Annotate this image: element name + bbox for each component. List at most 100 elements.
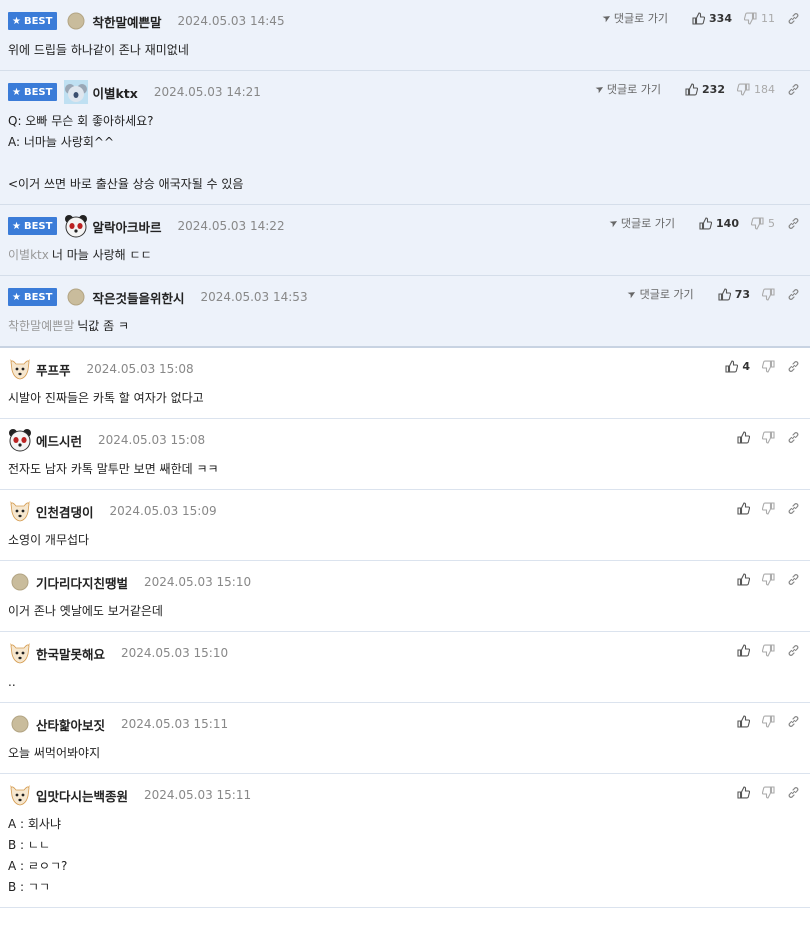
downvote-button[interactable]	[762, 501, 775, 515]
comment-body: 이별ktx 너 마늘 사랑해 ㄷㄷ	[8, 237, 810, 275]
nickname[interactable]: 착한말예쁜말	[92, 12, 161, 31]
upvote-button[interactable]	[737, 714, 750, 728]
goto-comment-link[interactable]: ➤ 댓글로 가기	[607, 215, 676, 231]
nickname[interactable]: 푸프푸	[36, 360, 71, 379]
best-label: BEST	[23, 15, 53, 27]
panda-avatar-icon[interactable]	[64, 214, 88, 238]
upvote-button[interactable]: 334	[692, 12, 732, 25]
reply-target-nick[interactable]: 이별ktx	[8, 248, 49, 262]
thumbs-down-icon	[737, 82, 750, 96]
upvote-button[interactable]	[737, 572, 750, 586]
comment-line: Q: 오빠 무슨 회 좋아하세요?	[8, 111, 810, 132]
thumbs-up-icon	[685, 82, 699, 96]
share-link-button[interactable]	[787, 288, 800, 301]
upvote-button[interactable]	[737, 501, 750, 515]
downvote-count: 11	[761, 11, 775, 25]
comment-header: 에드시런 2024.05.03 15:08	[8, 428, 810, 452]
comment-body: 오늘 써먹어봐야지	[8, 735, 810, 773]
comment-date: 2024.05.03 15:10	[121, 646, 229, 660]
thumbs-down-icon	[762, 287, 775, 301]
downvote-button[interactable]: 5	[751, 217, 775, 230]
upvote-count: 4	[742, 359, 750, 373]
comment-date: 2024.05.03 15:08	[86, 362, 194, 376]
nickname[interactable]: 입맛다시는백종원	[36, 786, 128, 805]
downvote-button[interactable]	[762, 785, 775, 799]
best-comment: ★ BEST 이별ktx 2024.05.03 14:21 ➤ 댓글로 가기 232 184 Q…	[0, 71, 810, 205]
link-icon	[787, 217, 800, 230]
nickname[interactable]: 알락아크바르	[92, 217, 161, 236]
share-link-button[interactable]	[787, 573, 800, 586]
upvote-button[interactable]: 73	[718, 288, 750, 301]
dog-avatar-icon[interactable]	[8, 499, 32, 523]
reply-target-nick[interactable]: 착한말예쁜말	[8, 319, 74, 333]
dot-avatar-icon[interactable]	[8, 570, 32, 594]
upvote-count: 73	[734, 287, 750, 301]
downvote-button[interactable]	[762, 643, 775, 657]
goto-comment-label: 댓글로 가기	[620, 217, 676, 230]
upvote-button[interactable]: 232	[685, 83, 725, 96]
dot-avatar-icon[interactable]	[8, 712, 32, 736]
upvote-button[interactable]	[737, 785, 750, 799]
downvote-button[interactable]: 11	[744, 12, 775, 25]
downvote-button[interactable]	[762, 714, 775, 728]
thumbs-down-icon	[762, 359, 775, 373]
downvote-button[interactable]	[762, 430, 775, 444]
share-link-button[interactable]	[787, 12, 800, 25]
upvote-count: 140	[716, 216, 739, 230]
share-link-button[interactable]	[787, 217, 800, 230]
dog-avatar-icon[interactable]	[8, 357, 32, 381]
comment-body: 이거 존나 옛날에도 보거같은데	[8, 593, 810, 631]
nickname[interactable]: 인천겸댕이	[36, 502, 94, 521]
upvote-button[interactable]	[737, 643, 750, 657]
share-link-button[interactable]	[787, 431, 800, 444]
dot-avatar-icon[interactable]	[64, 285, 88, 309]
upvote-button[interactable]: 140	[699, 217, 739, 230]
thumbs-up-icon	[699, 216, 713, 230]
comment-date: 2024.05.03 14:22	[177, 219, 285, 233]
comment-text: A: 너마늘 사랑회^^	[8, 135, 115, 149]
koala-avatar-icon[interactable]	[64, 80, 89, 104]
thumbs-up-icon	[737, 643, 750, 657]
share-link-button[interactable]	[787, 715, 800, 728]
nickname[interactable]: 한국말못해요	[36, 644, 105, 663]
goto-comment-link[interactable]: ➤ 댓글로 가기	[626, 286, 694, 302]
downvote-button[interactable]	[762, 572, 775, 586]
share-link-button[interactable]	[787, 502, 800, 515]
comment-header: 한국말못해요 2024.05.03 15:10	[8, 642, 810, 664]
goto-comment-link[interactable]: ➤ 댓글로 가기	[593, 81, 661, 97]
nickname[interactable]: 이별ktx	[92, 83, 137, 102]
comment-date: 2024.05.03 15:09	[109, 504, 217, 518]
downvote-button[interactable]: 184	[737, 83, 775, 96]
dog-avatar-icon[interactable]	[8, 641, 32, 665]
comment-text: ..	[8, 675, 16, 689]
nickname[interactable]: 에드시런	[36, 431, 82, 450]
downvote-button[interactable]	[762, 359, 775, 373]
upvote-button[interactable]: 4	[725, 360, 750, 373]
comment-actions: ➤ 댓글로 가기 140 5	[607, 215, 800, 231]
comment-actions	[725, 784, 800, 800]
panda-avatar-icon[interactable]	[8, 428, 32, 452]
comment-text: 전자도 남자 카톡 말투만 보면 쌔한데 ㅋㅋ	[8, 462, 219, 476]
nickname[interactable]: 작은것들을위한시	[92, 288, 184, 307]
nickname[interactable]: 산타핥아보짓	[36, 715, 105, 734]
comment-header: 기다리다지친땡벌 2024.05.03 15:10	[8, 571, 810, 593]
comment-actions: ➤ 댓글로 가기 334 11	[600, 10, 800, 26]
best-comment: ★ BEST 알락아크바르 2024.05.03 14:22 ➤ 댓글로 가기 140 5 이별…	[0, 205, 810, 276]
goto-comment-link[interactable]: ➤ 댓글로 가기	[600, 10, 668, 26]
navigate-arrow-icon: ➤	[593, 82, 607, 96]
share-link-button[interactable]	[787, 786, 800, 799]
dot-avatar-icon[interactable]	[64, 9, 88, 33]
comment-actions	[725, 500, 800, 516]
share-link-button[interactable]	[787, 83, 800, 96]
upvote-button[interactable]	[737, 430, 750, 444]
share-link-button[interactable]	[787, 644, 800, 657]
comment-line: <이거 쓰면 바로 출산율 상승 애국자될 수 있음	[8, 174, 810, 195]
comment-date: 2024.05.03 15:10	[144, 575, 252, 589]
nickname[interactable]: 기다리다지친땡벌	[36, 573, 128, 592]
comment-header: 입맛다시는백종원 2024.05.03 15:11	[8, 784, 810, 806]
dog-avatar-icon[interactable]	[8, 783, 32, 807]
comment-body: 착한말예쁜말 닉값 좀 ㅋ	[8, 308, 810, 346]
share-link-button[interactable]	[787, 360, 800, 373]
thumbs-down-icon	[762, 785, 775, 799]
downvote-button[interactable]	[762, 287, 775, 301]
